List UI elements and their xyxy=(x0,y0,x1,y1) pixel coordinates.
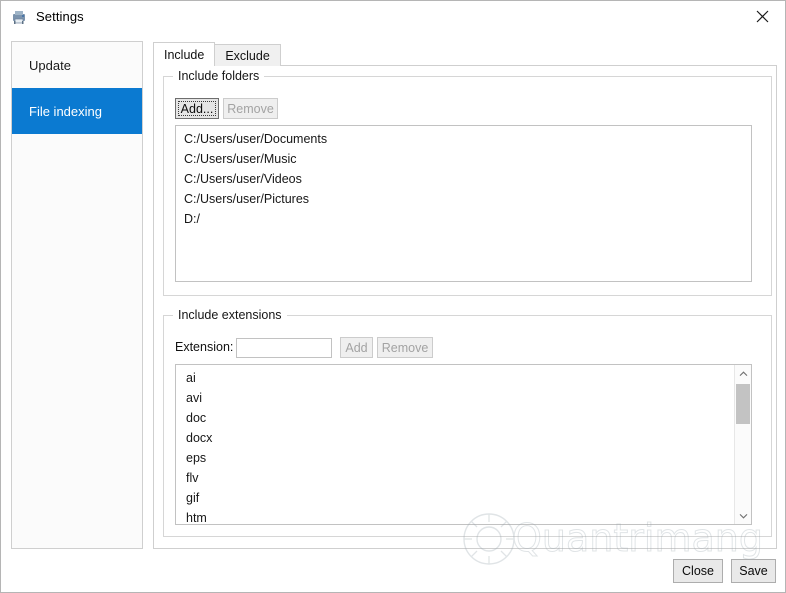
sidebar-item-update[interactable]: Update xyxy=(12,42,142,88)
list-item[interactable]: flv xyxy=(176,468,734,488)
list-item[interactable]: doc xyxy=(176,408,734,428)
include-folders-list[interactable]: C:/Users/user/Documents C:/Users/user/Mu… xyxy=(175,125,752,282)
include-extensions-list-viewport: ai avi doc docx eps flv gif htm xyxy=(176,365,734,524)
close-window-button[interactable] xyxy=(740,1,785,32)
list-item[interactable]: eps xyxy=(176,448,734,468)
scrollbar-thumb[interactable] xyxy=(736,384,750,424)
extension-label: Extension: xyxy=(175,340,234,354)
add-extension-button[interactable]: Add xyxy=(340,337,373,358)
sidebar-item-label: File indexing xyxy=(29,103,102,119)
tab-exclude[interactable]: Exclude xyxy=(214,44,281,66)
settings-sidebar: Update File indexing xyxy=(11,41,143,549)
extension-input[interactable] xyxy=(236,338,332,358)
add-folder-button[interactable]: Add... xyxy=(175,98,219,119)
include-extensions-list[interactable]: ai avi doc docx eps flv gif htm xyxy=(175,364,752,525)
tab-include[interactable]: Include xyxy=(153,42,216,66)
remove-extension-button[interactable]: Remove xyxy=(377,337,433,358)
list-item[interactable]: docx xyxy=(176,428,734,448)
add-extension-button-label: Add xyxy=(345,340,368,355)
list-item[interactable]: htm xyxy=(176,508,734,524)
extensions-scrollbar[interactable] xyxy=(734,365,751,524)
list-item[interactable]: ai xyxy=(176,368,734,388)
list-item[interactable]: C:/Users/user/Videos xyxy=(176,169,751,189)
list-item[interactable]: C:/Users/user/Music xyxy=(176,149,751,169)
sidebar-item-file-indexing[interactable]: File indexing xyxy=(12,88,142,134)
tab-label: Include xyxy=(164,47,205,62)
remove-folder-button[interactable]: Remove xyxy=(223,98,278,119)
title-bar: Settings xyxy=(1,1,785,32)
printer-icon xyxy=(10,8,28,26)
list-item[interactable]: C:/Users/user/Pictures xyxy=(176,189,751,209)
add-folder-button-label: Add... xyxy=(180,101,214,116)
list-item[interactable]: C:/Users/user/Documents xyxy=(176,129,751,149)
settings-window: Settings Update File indexing Include Ex… xyxy=(0,0,786,593)
tab-strip: Include Exclude xyxy=(153,42,281,66)
remove-folder-button-label: Remove xyxy=(227,101,274,116)
tab-label: Exclude xyxy=(225,48,270,63)
list-item[interactable]: D:/ xyxy=(176,209,751,229)
save-button[interactable]: Save xyxy=(731,559,776,583)
close-button-label: Close xyxy=(682,564,714,578)
list-item[interactable]: avi xyxy=(176,388,734,408)
chevron-down-icon[interactable] xyxy=(735,507,751,524)
sidebar-item-label: Update xyxy=(29,57,71,73)
save-button-label: Save xyxy=(739,564,768,578)
include-extensions-group-title: Include extensions xyxy=(173,308,287,322)
include-folders-group-title: Include folders xyxy=(173,69,265,83)
chevron-up-icon[interactable] xyxy=(735,365,751,382)
window-title: Settings xyxy=(36,9,84,24)
remove-extension-button-label: Remove xyxy=(381,340,429,355)
close-button[interactable]: Close xyxy=(673,559,723,583)
list-item[interactable]: gif xyxy=(176,488,734,508)
